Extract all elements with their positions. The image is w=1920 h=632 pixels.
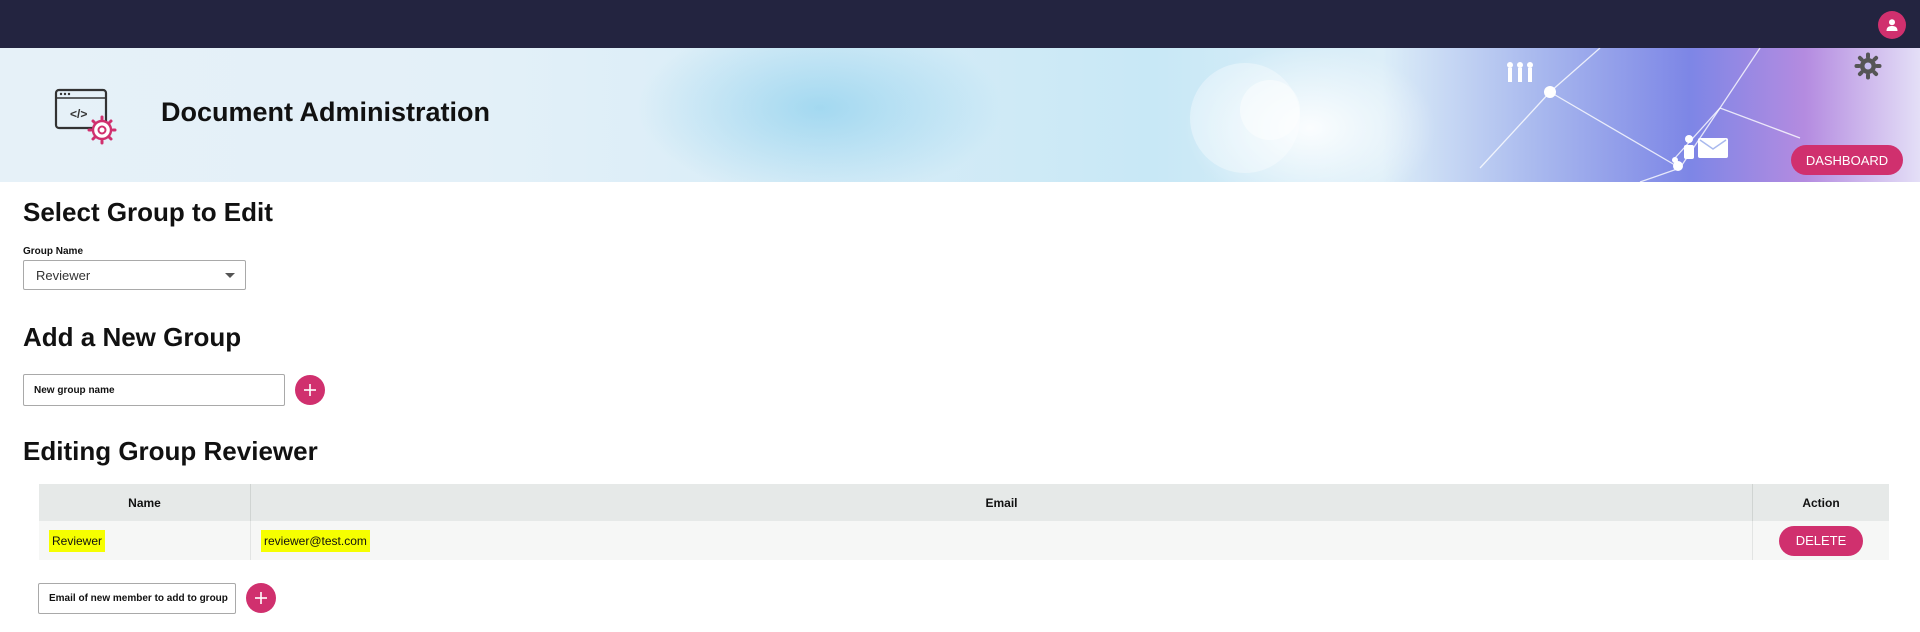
column-header-email: Email [250,484,1753,521]
column-header-action: Action [1752,484,1889,521]
new-member-email-input[interactable] [38,583,236,614]
table-row: Reviewer reviewer@test.com DELETE [39,521,1889,560]
plus-icon [304,384,316,396]
group-members-table: Name Email Action Reviewer reviewer@test… [39,484,1889,560]
logo-code-text: </> [70,107,87,121]
new-group-name-input[interactable] [23,374,285,406]
dashboard-button[interactable]: DASHBOARD [1791,145,1903,175]
plus-icon [255,592,267,604]
member-email-cell: reviewer@test.com [250,521,1753,560]
member-name: Reviewer [49,529,106,552]
member-action-cell: DELETE [1752,521,1889,560]
delete-member-button[interactable]: DELETE [1779,525,1863,556]
user-icon [1886,19,1898,31]
document-admin-logo-icon: </> [54,88,117,145]
table-header-row: Name Email Action [39,484,1889,521]
top-navigation-bar [0,0,1920,48]
chevron-down-icon [225,272,235,278]
gear-icon[interactable] [1854,52,1882,80]
add-member-button[interactable] [246,583,276,613]
editing-group-heading: Editing Group Reviewer [23,436,318,466]
add-group-heading: Add a New Group [23,322,242,352]
group-name-select[interactable]: Reviewer [23,260,246,290]
member-name-cell: Reviewer [39,521,251,560]
column-header-name: Name [39,484,251,521]
user-avatar-button[interactable] [1878,11,1906,39]
group-name-label: Group Name [23,246,84,257]
member-email: reviewer@test.com [261,529,370,552]
page-banner: </> Document Administration DASHBOARD [0,48,1920,182]
add-group-button[interactable] [295,375,325,405]
page-title: Document Administration [161,97,491,127]
select-group-heading: Select Group to Edit [23,197,273,227]
group-name-selected-value: Reviewer [36,267,91,283]
